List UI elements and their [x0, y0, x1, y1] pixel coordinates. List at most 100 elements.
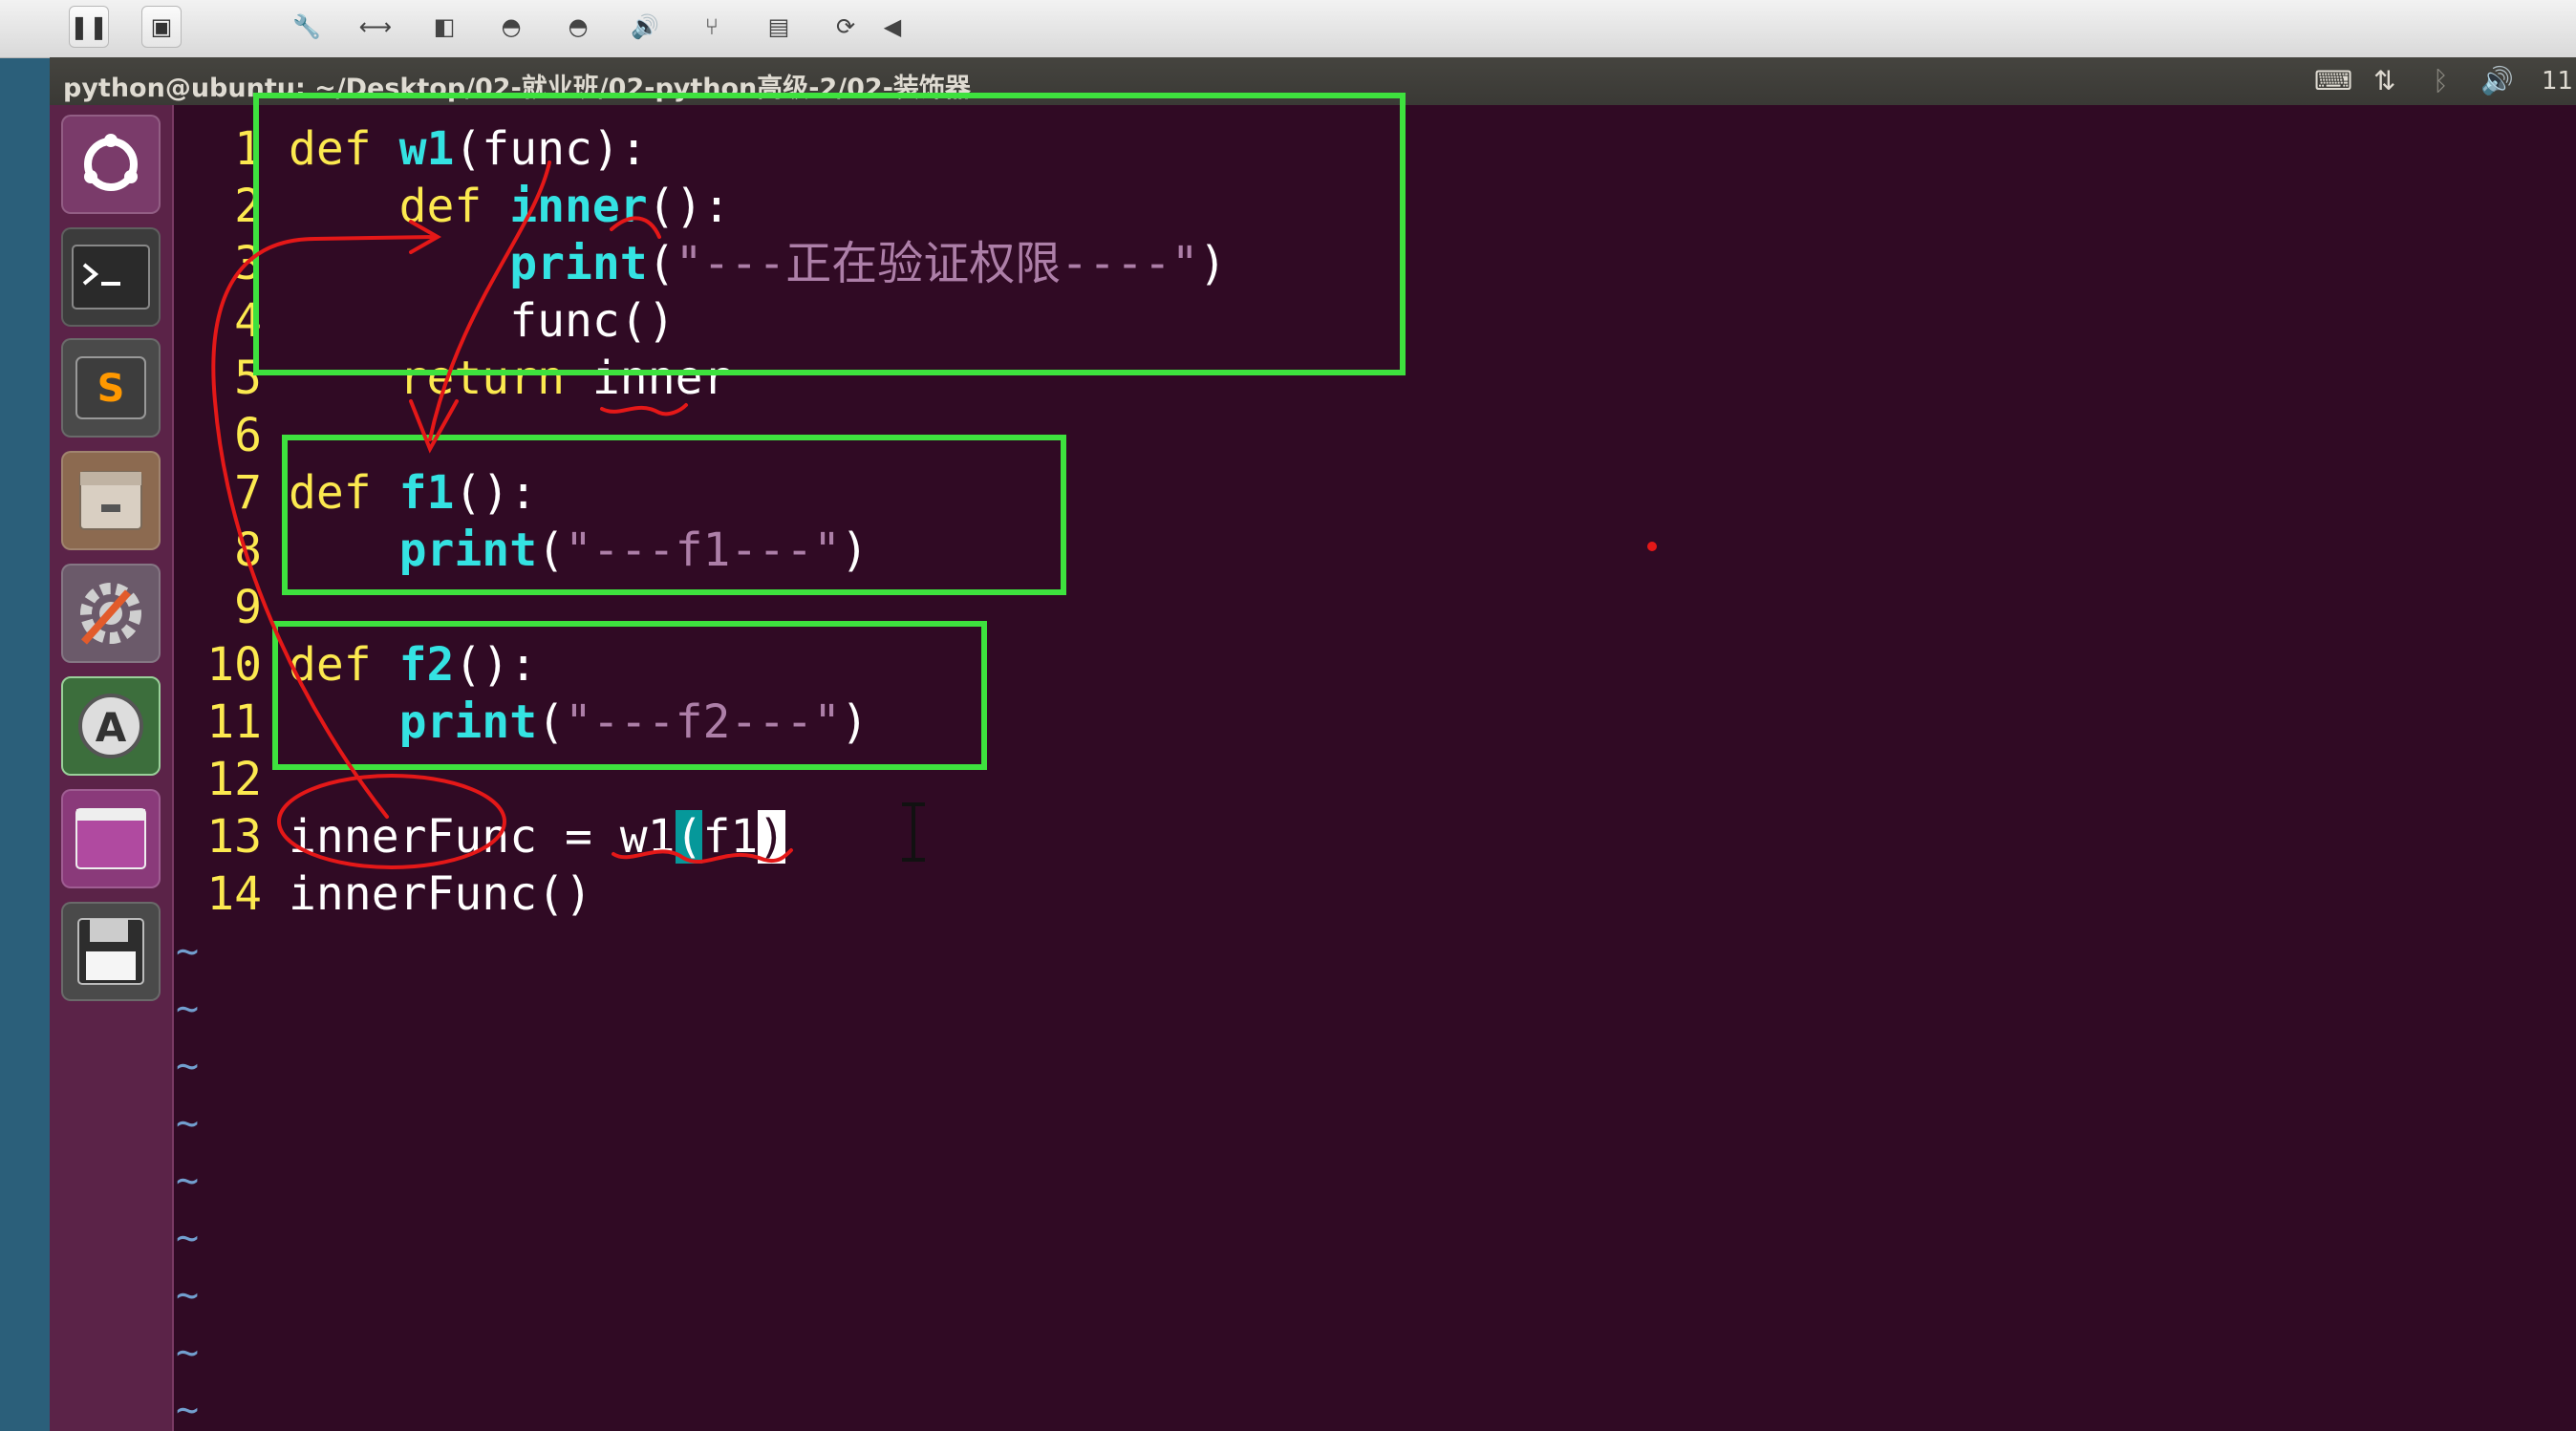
- printer-icon[interactable]: ▤: [759, 6, 799, 48]
- code-line[interactable]: 1 def w1(func):: [174, 120, 648, 178]
- empty-line-marker: ~: [176, 987, 200, 1031]
- code-line[interactable]: 2 def inner():: [174, 178, 730, 235]
- code-text: print("---f1---"): [289, 522, 869, 579]
- code-token: inner: [509, 180, 648, 233]
- code-token: "---正在验证权限----": [675, 237, 1199, 290]
- code-text: return inner: [289, 350, 731, 407]
- code-token: f1: [398, 466, 455, 520]
- empty-line-marker: ~: [176, 929, 200, 973]
- usb-icon[interactable]: ⑂: [692, 6, 732, 48]
- dash-home-icon[interactable]: [61, 115, 161, 214]
- code-token: inner: [591, 352, 731, 405]
- code-token: w1: [398, 122, 455, 176]
- code-token: ():: [454, 466, 538, 520]
- harddisk-icon[interactable]: ◧: [424, 6, 464, 48]
- line-number: 12: [206, 753, 262, 806]
- code-line[interactable]: 12: [174, 751, 262, 808]
- code-line[interactable]: 13 innerFunc = w1(f1): [174, 808, 786, 865]
- sound-icon[interactable]: 🔊: [625, 6, 665, 48]
- code-token: print: [509, 237, 648, 290]
- vm-toolbar: ❚❚ ▣ 🔧 ⟷ ◧ ◓ ◓ 🔊 ⑂ ▤ ⟳ ◀: [0, 0, 2576, 58]
- code-token: innerFunc(): [289, 867, 592, 921]
- code-token: ): [840, 523, 869, 577]
- system-settings-icon[interactable]: [61, 564, 161, 663]
- terminal-icon[interactable]: [61, 227, 161, 327]
- code-token: innerFunc = w1: [289, 810, 676, 864]
- refresh-icon[interactable]: ⟳: [826, 6, 866, 48]
- window-title: python@ubuntu: ~/Desktop/02-就业班/02-pytho…: [63, 74, 971, 103]
- pause-icon[interactable]: ❚❚: [69, 6, 109, 48]
- floppy-icon[interactable]: ◓: [558, 6, 598, 48]
- code-text: def f2():: [289, 636, 537, 694]
- code-text: innerFunc(): [289, 865, 592, 923]
- code-token: (: [537, 523, 565, 577]
- code-token: def: [289, 122, 399, 176]
- line-number: 2: [234, 180, 262, 233]
- line-number: 6: [234, 409, 262, 462]
- line-number: 5: [234, 352, 262, 405]
- volume-icon[interactable]: 🔊: [2480, 65, 2514, 96]
- empty-line-marker: ~: [176, 1331, 200, 1375]
- code-text: def f1():: [289, 464, 537, 522]
- code-token: "---f1---": [565, 523, 841, 577]
- line-number: 9: [234, 581, 262, 634]
- code-token: (: [675, 810, 703, 864]
- code-token: ): [758, 810, 786, 864]
- line-number: 11: [206, 695, 262, 749]
- save-disk-icon[interactable]: [61, 902, 161, 1001]
- workspace-switcher-icon[interactable]: [61, 789, 161, 888]
- code-line[interactable]: 9: [174, 579, 262, 636]
- code-line[interactable]: 7 def f1():: [174, 464, 537, 522]
- collapse-arrow-icon[interactable]: ◀: [879, 6, 906, 48]
- code-token: def: [289, 180, 510, 233]
- launcher: S A: [50, 105, 174, 1431]
- code-line[interactable]: 11 print("---f2---"): [174, 694, 869, 751]
- bluetooth-icon[interactable]: ᛒ: [2433, 65, 2449, 96]
- clock[interactable]: 11:: [2542, 67, 2576, 96]
- code-token: "---f2---": [565, 695, 841, 749]
- network-icon[interactable]: ⟷: [355, 6, 396, 48]
- empty-line-marker: ~: [176, 1159, 200, 1203]
- svg-text:S: S: [97, 367, 125, 411]
- code-token: ():: [454, 638, 538, 692]
- code-token: def: [289, 466, 399, 520]
- code-line[interactable]: 10 def f2():: [174, 636, 537, 694]
- empty-line-marker: ~: [176, 1101, 200, 1145]
- code-line[interactable]: 6: [174, 407, 262, 464]
- sublime-text-icon[interactable]: S: [61, 338, 161, 438]
- file-manager-icon[interactable]: [61, 451, 161, 550]
- software-updater-icon[interactable]: A: [61, 676, 161, 776]
- line-number: 14: [206, 867, 262, 921]
- code-token: def: [289, 638, 399, 692]
- code-text: print("---f2---"): [289, 694, 869, 751]
- code-line[interactable]: 4 func(): [174, 292, 675, 350]
- network-transfer-icon[interactable]: ⇅: [2373, 65, 2395, 96]
- code-token: ():: [647, 180, 731, 233]
- line-number: 3: [234, 237, 262, 290]
- line-number: 7: [234, 466, 262, 520]
- code-token: return: [289, 352, 592, 405]
- code-token: ): [1198, 237, 1227, 290]
- code-text: def w1(func):: [289, 120, 648, 178]
- settings-wrench-icon[interactable]: 🔧: [287, 6, 327, 48]
- code-line[interactable]: 5 return inner: [174, 350, 730, 407]
- keyboard-icon[interactable]: ⌨: [2314, 65, 2352, 96]
- code-text: def inner():: [289, 178, 731, 235]
- snapshot-icon[interactable]: ▣: [141, 6, 182, 48]
- empty-line-marker: ~: [176, 1044, 200, 1088]
- code-line[interactable]: 8 print("---f1---"): [174, 522, 869, 579]
- vim-editor[interactable]: 1 def w1(func): 2 def inner(): 3 print("---…: [174, 105, 2576, 1431]
- code-token: (: [647, 237, 676, 290]
- code-token: (: [537, 695, 565, 749]
- code-token: f1: [702, 810, 759, 864]
- code-line[interactable]: 3 print("---正在验证权限----"): [174, 235, 1227, 292]
- line-number: 8: [234, 523, 262, 577]
- code-line[interactable]: 14 innerFunc(): [174, 865, 592, 923]
- line-number: 13: [206, 810, 262, 864]
- code-text: print("---正在验证权限----"): [289, 235, 1227, 292]
- code-token: print: [398, 523, 538, 577]
- cdrom-icon[interactable]: ◓: [491, 6, 531, 48]
